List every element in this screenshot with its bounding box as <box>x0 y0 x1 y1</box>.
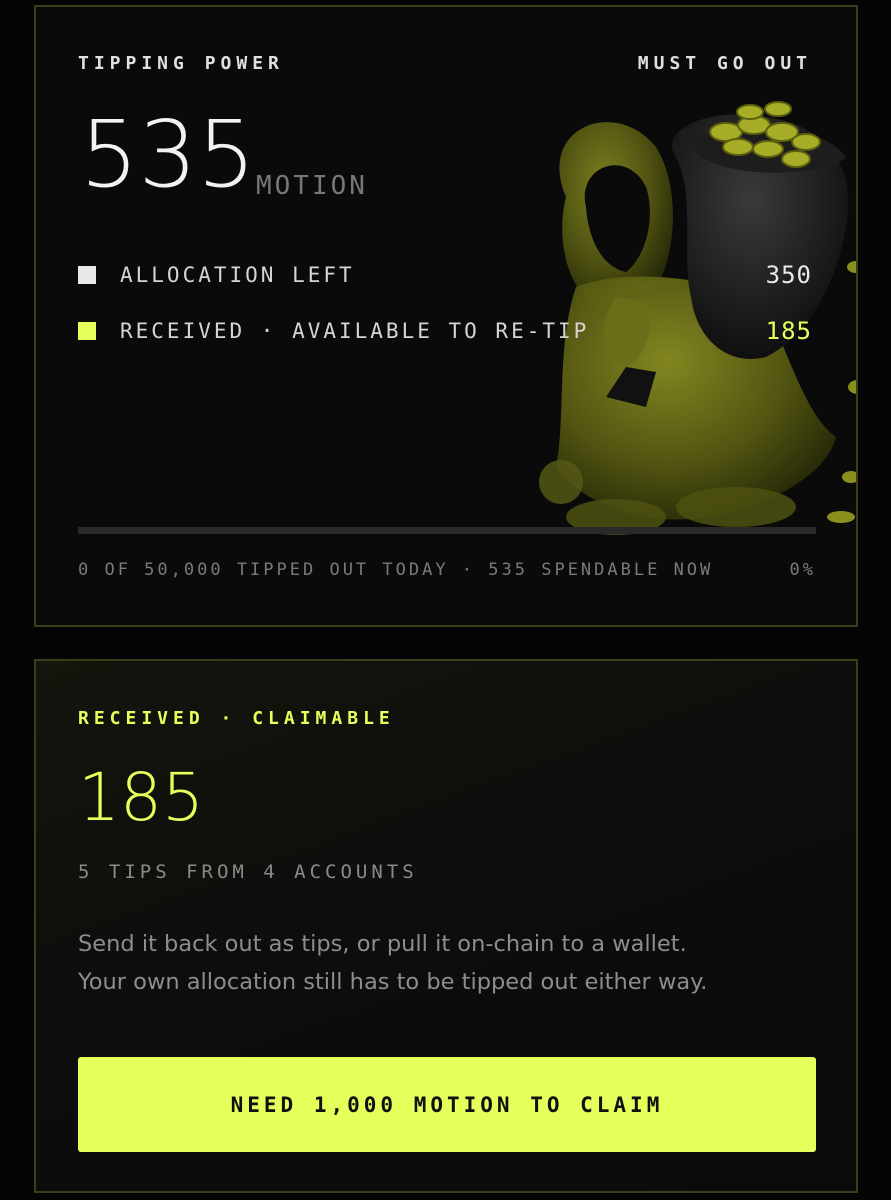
allocation-left-row: ALLOCATION LEFT 350 <box>78 260 812 290</box>
card-title: TIPPING POWER <box>78 53 284 74</box>
allocation-left-value: 350 <box>765 261 812 289</box>
unit-label: MOTION <box>256 171 368 201</box>
tips-summary: 5 TIPS FROM 4 ACCOUNTS <box>78 861 418 883</box>
claimable-amount: 185 <box>78 759 204 836</box>
progress-percent: 0% <box>789 560 816 580</box>
allocation-left-label: ALLOCATION LEFT <box>120 263 355 287</box>
progress-status-text: 0 OF 50,000 TIPPED OUT TODAY · 535 SPEND… <box>78 560 714 580</box>
received-value: 185 <box>765 317 812 345</box>
received-row: RECEIVED · AVAILABLE TO RE-TIP 185 <box>78 316 812 346</box>
claim-description: Send it back out as tips, or pull it on-… <box>78 925 838 1001</box>
received-label: RECEIVED · AVAILABLE TO RE-TIP <box>120 319 590 343</box>
progress-caption: 0 OF 50,000 TIPPED OUT TODAY · 535 SPEND… <box>78 560 816 580</box>
tipping-power-card: TIPPING POWER MUST GO OUT 535 MOTION ALL… <box>34 5 858 627</box>
must-go-out-badge: MUST GO OUT <box>637 53 812 74</box>
claim-description-line-2: Your own allocation still has to be tipp… <box>78 969 708 995</box>
tipping-power-total: 535 <box>80 101 256 208</box>
tipped-out-progress-bar <box>78 527 816 534</box>
allocation-legend-square <box>78 266 96 284</box>
claimable-title: RECEIVED · CLAIMABLE <box>78 708 395 729</box>
claim-description-line-1: Send it back out as tips, or pull it on-… <box>78 931 687 957</box>
claim-button[interactable]: NEED 1,000 MOTION TO CLAIM <box>78 1057 816 1152</box>
claimable-card: RECEIVED · CLAIMABLE 185 5 TIPS FROM 4 A… <box>34 659 858 1193</box>
received-legend-square <box>78 322 96 340</box>
